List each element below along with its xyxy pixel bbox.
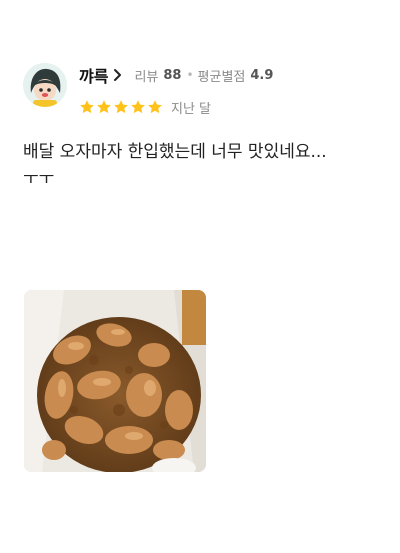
star-icon	[80, 100, 94, 114]
meta-separator: •	[186, 68, 194, 82]
review-count: 88	[163, 67, 182, 83]
chevron-right-icon[interactable]	[113, 68, 122, 82]
star-icon	[114, 100, 128, 114]
review-count-label: 리뷰	[134, 69, 159, 85]
review-text: 배달 오자마자 한입했는데 너무 맛있네요... ㅜㅜ	[23, 142, 327, 189]
avatar[interactable]	[23, 63, 67, 107]
star-icon	[148, 100, 162, 114]
review-photo[interactable]	[24, 290, 206, 472]
avg-rating-label: 평균별점	[197, 69, 246, 85]
reviewer-info: 꺄륵 리뷰 88 • 평균별점 4.9	[79, 64, 273, 86]
review-date: 지난 달	[171, 101, 212, 117]
star-icon	[131, 100, 145, 114]
reviewer-name[interactable]: 꺄륵	[79, 63, 108, 87]
character-avatar-icon	[23, 63, 67, 107]
review-card: 꺄륵 리뷰 88 • 평균별점 4.9 지난 달 배달 오자마자 한입했는데 너…	[0, 0, 400, 553]
food-photo-image	[24, 290, 206, 472]
star-rating	[79, 99, 163, 115]
star-icon	[97, 100, 111, 114]
rating-row: 지난 달	[79, 97, 211, 117]
avg-rating: 4.9	[250, 67, 274, 83]
